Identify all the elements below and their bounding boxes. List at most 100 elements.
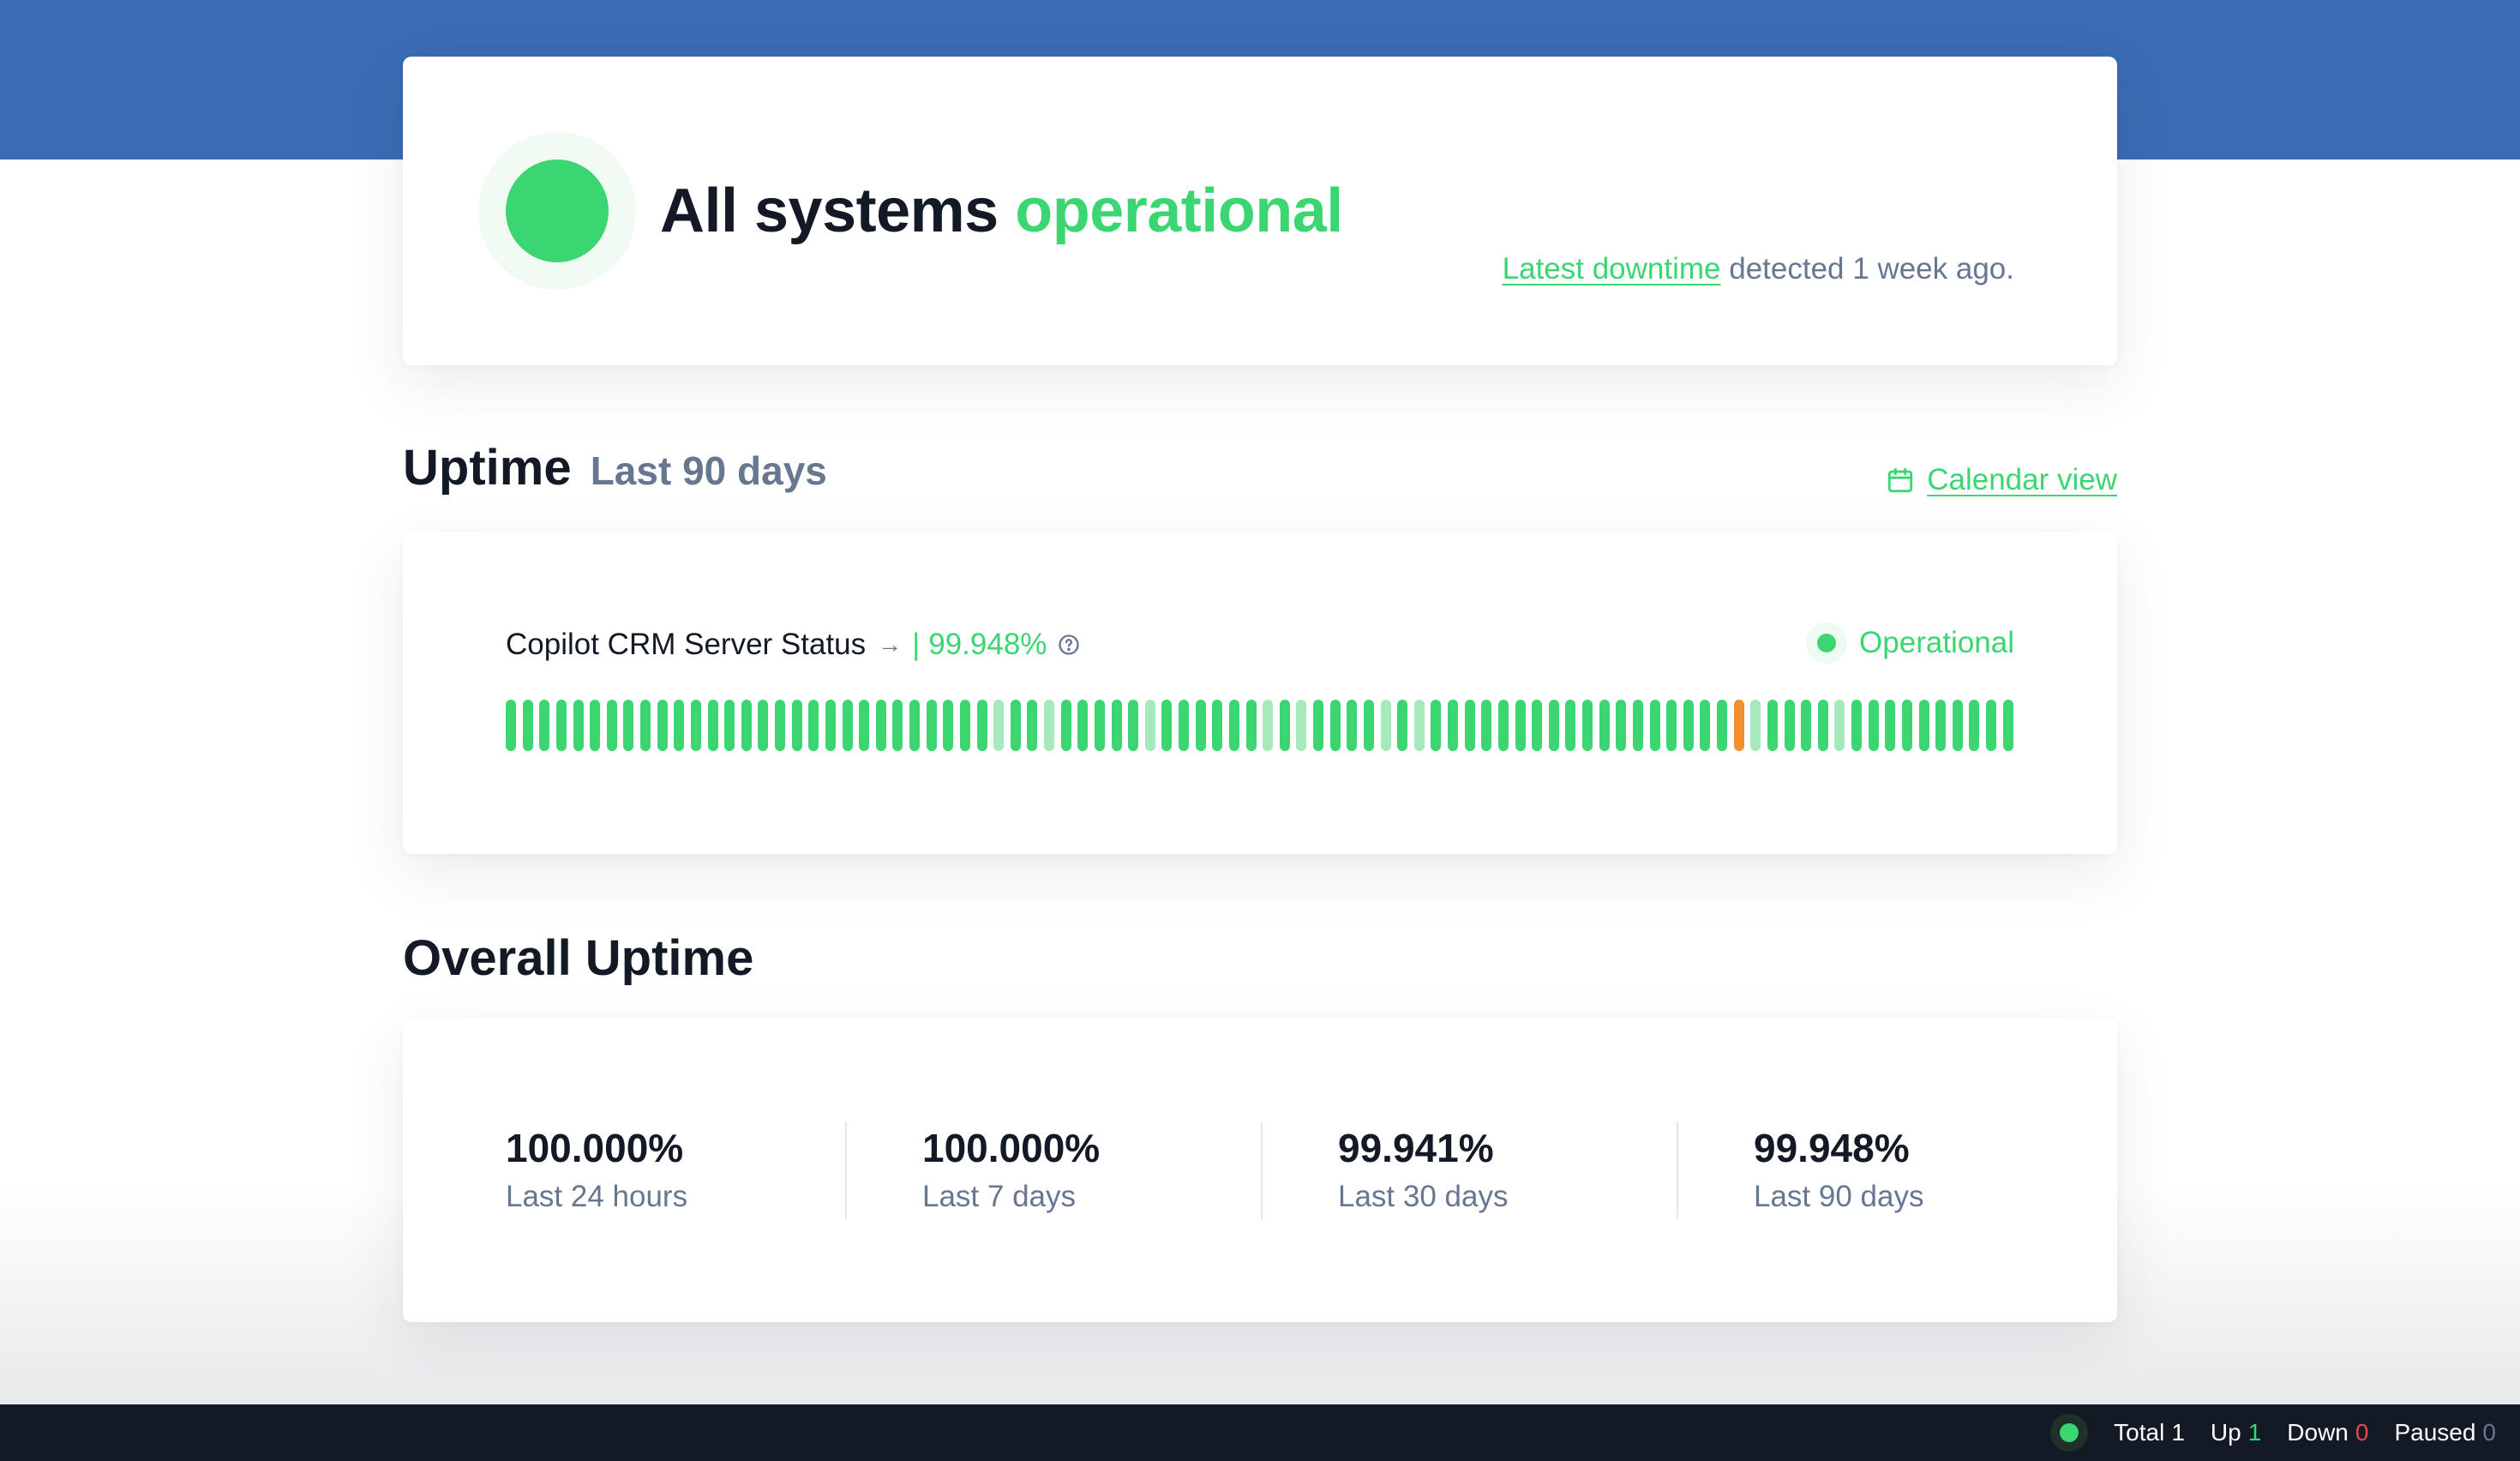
uptime-day-bar[interactable] — [1296, 700, 1307, 751]
uptime-day-bar[interactable] — [1245, 700, 1257, 751]
uptime-day-bar[interactable] — [1599, 700, 1610, 751]
uptime-day-bar[interactable] — [775, 700, 785, 751]
uptime-day-bar[interactable] — [1228, 700, 1239, 751]
uptime-day-bar[interactable] — [573, 700, 584, 751]
uptime-day-bar[interactable] — [1212, 700, 1223, 751]
uptime-day-bar[interactable] — [1515, 700, 1526, 751]
uptime-day-bar[interactable] — [1380, 700, 1391, 751]
uptime-day-bar[interactable] — [1195, 700, 1206, 751]
uptime-day-bar[interactable] — [859, 700, 870, 751]
uptime-day-bar[interactable] — [1952, 700, 1963, 751]
uptime-day-bar[interactable] — [1464, 700, 1475, 751]
uptime-day-bar[interactable] — [539, 700, 550, 751]
uptime-day-bar[interactable] — [1397, 700, 1408, 751]
uptime-day-bar[interactable] — [1969, 700, 1980, 751]
uptime-day-bar[interactable] — [909, 700, 920, 751]
uptime-day-bar[interactable] — [606, 700, 617, 751]
uptime-day-bar[interactable] — [590, 700, 601, 751]
uptime-day-bar[interactable] — [1532, 700, 1543, 751]
uptime-day-bar[interactable] — [1347, 700, 1358, 751]
uptime-day-bar[interactable] — [555, 700, 567, 751]
uptime-day-bar[interactable] — [1616, 700, 1627, 751]
uptime-day-bar[interactable] — [1717, 700, 1727, 751]
uptime-day-bar[interactable] — [1161, 700, 1173, 751]
uptime-day-bar[interactable] — [1901, 700, 1912, 751]
uptime-day-bar[interactable] — [2002, 700, 2013, 751]
uptime-day-bar[interactable] — [1632, 700, 1643, 751]
footer-total: Total 1 — [2114, 1419, 2185, 1446]
uptime-day-bar[interactable] — [1497, 700, 1509, 751]
calendar-view-link[interactable]: Calendar view — [1886, 463, 2117, 497]
uptime-day-bar[interactable] — [1801, 700, 1812, 751]
uptime-day-bar[interactable] — [1431, 700, 1442, 751]
latest-downtime-link[interactable]: Latest downtime — [1503, 252, 1721, 286]
uptime-day-bar[interactable] — [724, 700, 735, 751]
uptime-day-bar[interactable] — [640, 700, 651, 751]
uptime-day-bar[interactable] — [1027, 700, 1038, 751]
uptime-day-bar[interactable] — [1481, 700, 1492, 751]
uptime-day-bar[interactable] — [1413, 700, 1425, 751]
uptime-day-bar[interactable] — [1918, 700, 1929, 751]
uptime-day-bar[interactable] — [1935, 700, 1947, 751]
uptime-title: Uptime — [403, 440, 572, 496]
uptime-day-bar[interactable] — [1128, 700, 1139, 751]
arrow-right-icon[interactable]: → — [878, 631, 902, 658]
uptime-day-bar[interactable] — [506, 700, 516, 751]
uptime-day-bar[interactable] — [1565, 700, 1576, 751]
uptime-day-bar[interactable] — [1986, 700, 1996, 751]
uptime-day-bar[interactable] — [1263, 700, 1274, 751]
uptime-day-bar[interactable] — [1649, 700, 1660, 751]
footer-total-label: Total — [2114, 1419, 2165, 1446]
calendar-view-label[interactable]: Calendar view — [1927, 463, 2117, 497]
uptime-day-bar[interactable] — [1683, 700, 1694, 751]
uptime-day-bar[interactable] — [976, 700, 987, 751]
monitor-name[interactable]: Copilot CRM Server Status — [506, 628, 866, 662]
uptime-day-bar[interactable] — [1817, 700, 1828, 751]
uptime-day-bar[interactable] — [825, 700, 836, 751]
uptime-day-bar[interactable] — [892, 700, 903, 751]
uptime-day-bar[interactable] — [1363, 700, 1374, 751]
question-circle-icon[interactable] — [1057, 633, 1081, 657]
uptime-day-bar[interactable] — [1868, 700, 1879, 751]
uptime-day-bar[interactable] — [1733, 700, 1744, 751]
uptime-day-bar[interactable] — [1582, 700, 1593, 751]
uptime-day-bar[interactable] — [1179, 700, 1189, 751]
uptime-day-bar[interactable] — [875, 700, 886, 751]
uptime-day-bar[interactable] — [791, 700, 802, 751]
uptime-day-bar[interactable] — [1666, 700, 1677, 751]
uptime-day-bar[interactable] — [1313, 700, 1323, 751]
uptime-day-bar[interactable] — [707, 700, 718, 751]
uptime-day-bar[interactable] — [1448, 700, 1458, 751]
uptime-day-bar[interactable] — [959, 700, 970, 751]
uptime-day-bar[interactable] — [522, 700, 533, 751]
uptime-day-bar[interactable] — [1111, 700, 1122, 751]
uptime-day-bar[interactable] — [674, 700, 685, 751]
uptime-day-bar[interactable] — [842, 700, 853, 751]
uptime-day-bar[interactable] — [1010, 700, 1021, 751]
uptime-day-bar[interactable] — [1077, 700, 1089, 751]
uptime-day-bar[interactable] — [808, 700, 819, 751]
uptime-day-bar[interactable] — [1060, 700, 1071, 751]
uptime-day-bar[interactable] — [657, 700, 668, 751]
uptime-day-bar[interactable] — [1784, 700, 1795, 751]
uptime-day-bar[interactable] — [1885, 700, 1896, 751]
uptime-day-bar[interactable] — [1767, 700, 1778, 751]
uptime-day-bar[interactable] — [623, 700, 634, 751]
uptime-day-bar[interactable] — [1548, 700, 1559, 751]
uptime-day-bar[interactable] — [926, 700, 937, 751]
uptime-day-bar[interactable] — [943, 700, 954, 751]
uptime-day-bar[interactable] — [1279, 700, 1290, 751]
uptime-day-bar[interactable] — [1834, 700, 1845, 751]
uptime-day-bar[interactable] — [1851, 700, 1862, 751]
status-headline-prefix: All systems — [660, 177, 999, 245]
uptime-day-bar[interactable] — [690, 700, 701, 751]
uptime-day-bar[interactable] — [1094, 700, 1105, 751]
uptime-day-bar[interactable] — [1700, 700, 1711, 751]
uptime-day-bar[interactable] — [1329, 700, 1341, 751]
uptime-day-bar[interactable] — [1044, 700, 1054, 751]
uptime-day-bar[interactable] — [1144, 700, 1155, 751]
uptime-day-bar[interactable] — [1750, 700, 1761, 751]
uptime-day-bar[interactable] — [993, 700, 1005, 751]
uptime-day-bar[interactable] — [741, 700, 752, 751]
uptime-day-bar[interactable] — [758, 700, 769, 751]
